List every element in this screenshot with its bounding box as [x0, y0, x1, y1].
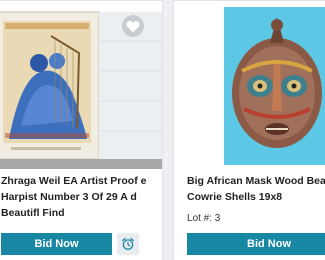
listing-title[interactable]: Big African Mask Wood Bead Cowrie Shells… [187, 173, 325, 205]
heart-icon [126, 20, 140, 32]
bid-now-button[interactable]: Bid Now [187, 233, 325, 255]
listing-grid: Zhraga Weil EA Artist Proof e Harpist Nu… [0, 0, 325, 260]
listing-title[interactable]: Zhraga Weil EA Artist Proof e Harpist Nu… [1, 173, 151, 221]
reminder-button[interactable] [117, 233, 139, 255]
mask-thumbnail [174, 1, 325, 169]
favorite-button[interactable] [122, 15, 144, 37]
bid-now-button[interactable]: Bid Now [1, 233, 112, 255]
alarm-clock-icon [122, 237, 134, 250]
lot-number: Lot #: 3 [187, 213, 221, 224]
listing-card[interactable]: Big African Mask Wood Bead Cowrie Shells… [173, 0, 325, 260]
listing-card[interactable]: Zhraga Weil EA Artist Proof e Harpist Nu… [0, 0, 163, 260]
listing-image[interactable] [174, 1, 325, 169]
